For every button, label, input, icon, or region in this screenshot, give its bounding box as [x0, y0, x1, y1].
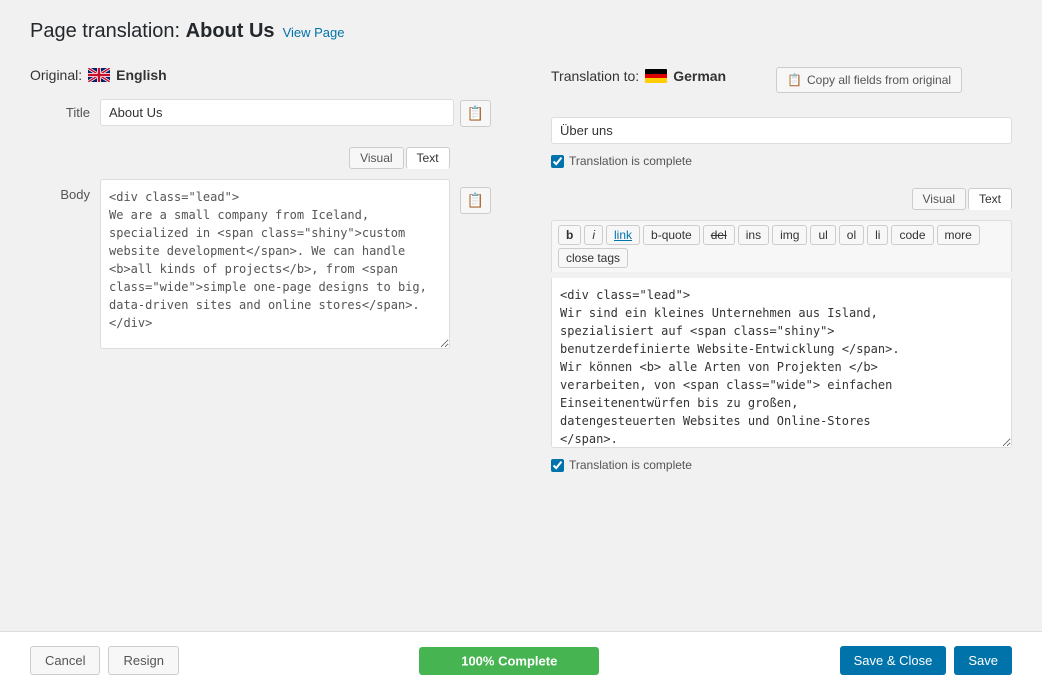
title-label: Title [30, 99, 90, 120]
progress-container: 100% Complete [179, 647, 840, 675]
view-page-link[interactable]: View Page [283, 25, 345, 40]
page-title: Page translation: About Us [30, 20, 275, 43]
toolbar-code-btn[interactable]: code [891, 225, 933, 245]
toolbar-del-btn[interactable]: del [703, 225, 735, 245]
tab-text-original[interactable]: Text [406, 147, 450, 169]
body-complete-checkbox[interactable] [551, 459, 564, 472]
toolbar-bold-btn[interactable]: b [558, 225, 581, 245]
save-close-button[interactable]: Save & Close [840, 646, 947, 675]
progress-bar: 100% Complete [419, 647, 599, 675]
title-inputs-original: 📋 [100, 99, 491, 127]
tab-visual-translation[interactable]: Visual [912, 188, 966, 210]
toolbar-bquote-btn[interactable]: b-quote [643, 225, 700, 245]
translation-body-col: Visual Text b i link b-quote del ins img… [551, 188, 1012, 472]
body-field-original: Visual Text <div class="lead"> We are a … [100, 147, 450, 349]
toolbar-li-btn[interactable]: li [867, 225, 888, 245]
original-column: Original: English [30, 67, 521, 492]
translation-header-row: Translation to: German 📋 Copy all fields… [551, 67, 1012, 101]
editor-tabs-original: Visual Text [100, 147, 450, 169]
bottom-right-actions: Save & Close Save [840, 646, 1012, 675]
translation-title-col: Translation is complete [551, 117, 1012, 168]
title-input-translation[interactable] [551, 117, 1012, 144]
toolbar-ol-btn[interactable]: ol [839, 225, 864, 245]
editor-toolbar: b i link b-quote del ins img ul ol li co… [551, 220, 1012, 272]
editor-tabs-translation: Visual Text [551, 188, 1012, 210]
body-complete-row: Translation is complete [551, 458, 1012, 472]
copy-fields-label: Copy all fields from original [807, 73, 951, 87]
title-complete-checkbox[interactable] [551, 155, 564, 168]
title-field-row-original: Title 📋 [30, 99, 491, 127]
toolbar-ul-btn[interactable]: ul [810, 225, 835, 245]
progress-label: 100% Complete [461, 653, 557, 668]
translation-header: Translation to: German [551, 68, 726, 84]
translation-layout: Original: English [30, 67, 1012, 492]
translation-label: Translation to: [551, 68, 639, 84]
body-field-row-translation: Visual Text b i link b-quote del ins img… [551, 188, 1012, 472]
copy-body-button[interactable]: 📋 [460, 187, 491, 214]
main-content: Page translation: About Us View Page Ori… [0, 0, 1042, 631]
toolbar-italic-btn[interactable]: i [584, 225, 603, 245]
copy-all-fields-button[interactable]: 📋 Copy all fields from original [776, 67, 962, 93]
original-label: Original: [30, 67, 82, 83]
body-label: Body [30, 147, 90, 202]
original-header: Original: English [30, 67, 491, 83]
body-textarea-translation[interactable]: <div class="lead"> Wir sind ein kleines … [551, 278, 1012, 448]
body-textarea-original[interactable]: <div class="lead"> We are a small compan… [100, 179, 450, 349]
toolbar-img-btn[interactable]: img [772, 225, 807, 245]
tab-text-translation[interactable]: Text [968, 188, 1012, 210]
cancel-button[interactable]: Cancel [30, 646, 100, 675]
translation-language: German [673, 68, 726, 84]
title-input-original[interactable] [100, 99, 454, 126]
tab-visual-original[interactable]: Visual [349, 147, 403, 169]
body-complete-label: Translation is complete [569, 458, 692, 472]
title-complete-row: Translation is complete [551, 154, 1012, 168]
toolbar-ins-btn[interactable]: ins [738, 225, 769, 245]
title-field-row-translation: Translation is complete [551, 117, 1012, 168]
resign-button[interactable]: Resign [108, 646, 178, 675]
toolbar-more-btn[interactable]: more [937, 225, 980, 245]
bottom-bar: Cancel Resign 100% Complete Save & Close… [0, 631, 1042, 689]
page-wrapper: Page translation: About Us View Page Ori… [0, 0, 1042, 689]
title-complete-label: Translation is complete [569, 154, 692, 168]
bottom-left-actions: Cancel Resign [30, 646, 179, 675]
save-button[interactable]: Save [954, 646, 1012, 675]
toolbar-closetags-btn[interactable]: close tags [558, 248, 628, 268]
copy-title-button[interactable]: 📋 [460, 100, 491, 127]
toolbar-link-btn[interactable]: link [606, 225, 640, 245]
uk-flag-icon [88, 68, 110, 82]
de-flag-icon [645, 69, 667, 83]
copy-icon: 📋 [787, 73, 802, 87]
page-title-bar: Page translation: About Us View Page [30, 20, 1012, 43]
original-language: English [116, 67, 167, 83]
translation-column: Translation to: German 📋 Copy all fields… [521, 67, 1012, 492]
body-field-row-original: Body Visual Text <div class="lead"> We a… [30, 147, 491, 349]
